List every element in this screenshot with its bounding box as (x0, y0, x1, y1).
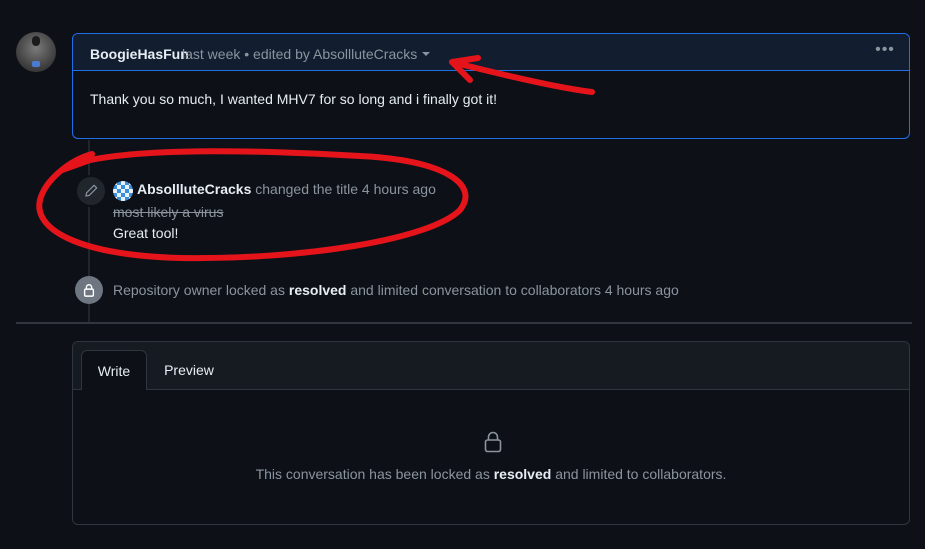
event-action: changed the title (255, 181, 359, 197)
title-change-event: AbsollluteCracks changed the title 4 hou… (137, 181, 436, 197)
editor-tabbar: Write Preview (73, 342, 909, 390)
lock-event-suffix: and limited conversation to collaborator… (350, 282, 679, 298)
issue-comment: BoogieHasFun last week • edited by Absol… (72, 33, 910, 139)
old-title: most likely a virus (113, 204, 224, 220)
comment-author-avatar[interactable] (16, 32, 56, 72)
locked-prefix: This conversation has been locked as (255, 466, 490, 482)
lock-event-prefix: Repository owner locked as (113, 282, 285, 298)
lock-icon (75, 276, 103, 304)
pencil-icon (75, 175, 107, 207)
avatar-detail (32, 61, 40, 67)
dropdown-caret-icon[interactable] (422, 52, 430, 56)
tab-preview[interactable]: Preview (153, 350, 225, 390)
annotation-circle (36, 148, 469, 262)
comment-header: BoogieHasFun last week • edited by Absol… (73, 34, 909, 71)
locked-reason: resolved (493, 466, 552, 482)
event-time[interactable]: 4 hours ago (362, 181, 436, 197)
lock-event: Repository owner locked as resolved and … (113, 282, 679, 298)
lock-icon (483, 431, 503, 456)
new-title: Great tool! (113, 225, 179, 241)
comment-meta[interactable]: last week • edited by AbsollluteCracks (182, 46, 417, 62)
comment-author-link[interactable]: BoogieHasFun (90, 46, 189, 62)
avatar-figure (32, 36, 40, 46)
locked-suffix: and limited to collaborators. (555, 466, 727, 482)
comment-editor: Write Preview This conversation has been… (72, 341, 910, 525)
comment-body: Thank you so much, I wanted MHV7 for so … (90, 91, 497, 107)
tab-write[interactable]: Write (81, 350, 147, 390)
event-actor-link[interactable]: AbsollluteCracks (137, 181, 251, 197)
kebab-menu-icon[interactable]: ••• (873, 42, 897, 59)
timeline-divider (16, 322, 912, 324)
lock-event-reason: resolved (288, 282, 347, 298)
event-actor-avatar[interactable] (113, 181, 133, 201)
locked-message: This conversation has been locked as res… (73, 466, 909, 482)
